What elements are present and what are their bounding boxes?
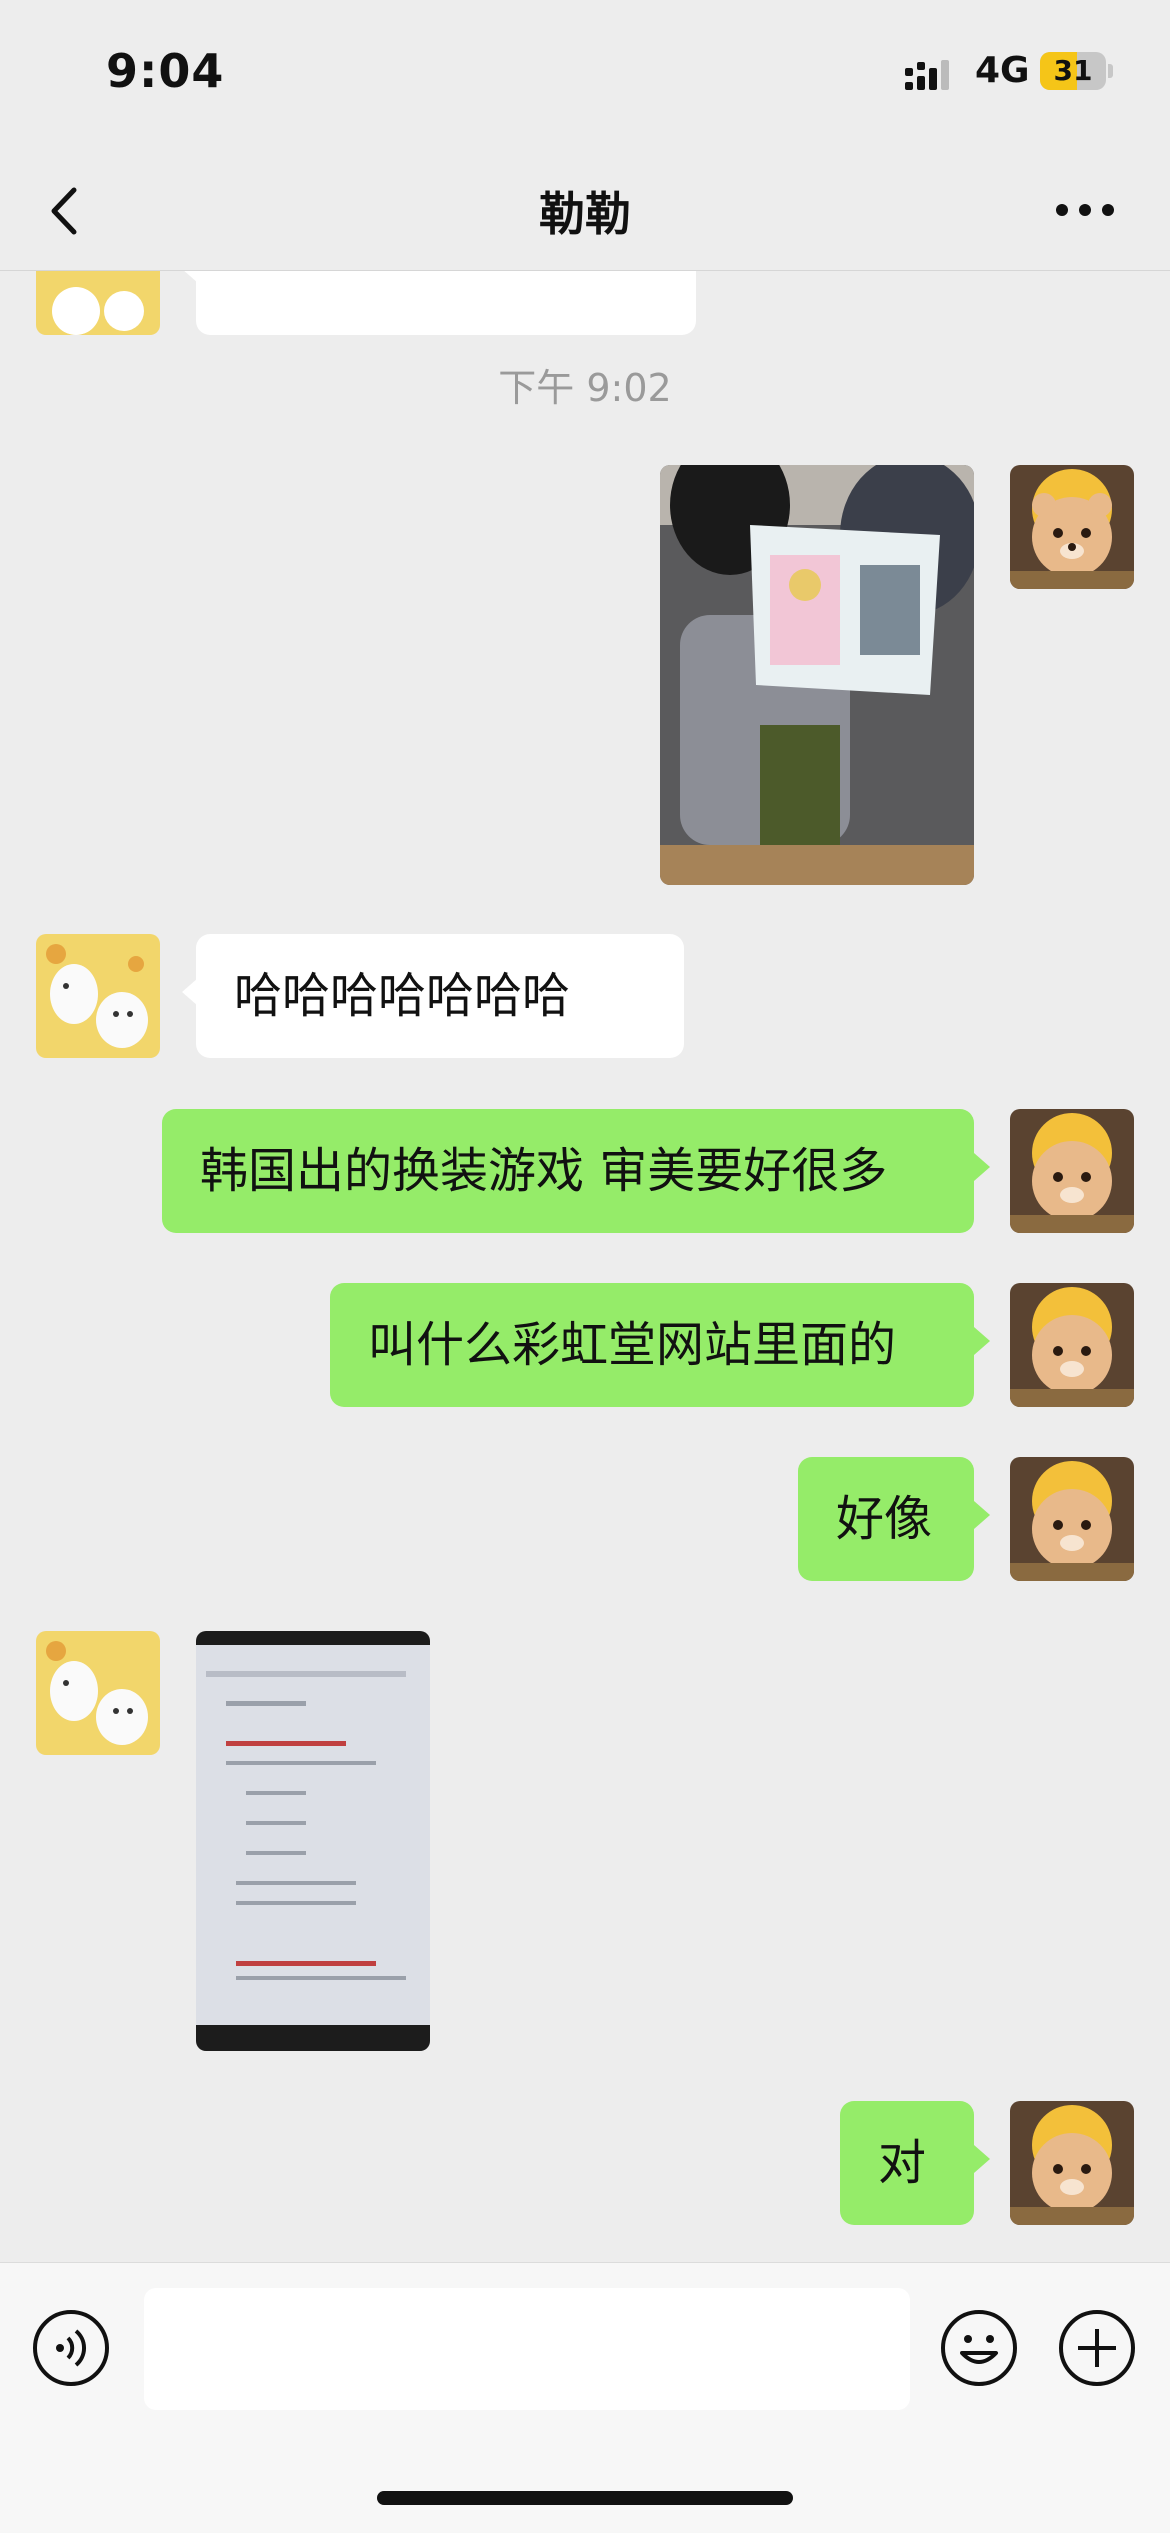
message-bubble-outgoing[interactable]: 对	[840, 2101, 990, 2225]
message-bubble-incoming[interactable]	[182, 271, 696, 335]
cellular-signal-icon	[905, 60, 949, 90]
message-bubble-incoming[interactable]: 哈哈哈哈哈哈哈	[182, 934, 684, 1058]
photo-of-search-results-screen-icon	[196, 1631, 430, 2051]
message-text: 哈哈哈哈哈哈哈	[234, 968, 571, 1024]
contact-avatar[interactable]	[36, 1631, 160, 1755]
emoji-icon[interactable]	[940, 2309, 1018, 2387]
message-text: 好像	[836, 1491, 933, 1547]
photo-of-laptop-dress-up-game-icon	[660, 465, 974, 885]
chat-title: 勒勒	[539, 187, 631, 241]
contact-avatar[interactable]	[36, 271, 160, 335]
contact-avatar[interactable]	[36, 934, 160, 1058]
my-avatar[interactable]	[1010, 2101, 1134, 2225]
message-text: 叫什么彩虹堂网站里面的	[368, 1317, 897, 1373]
message-image-incoming[interactable]	[196, 1631, 430, 2051]
message-bubble-outgoing[interactable]: 韩国出的换装游戏 审美要好很多	[162, 1109, 990, 1233]
more-options-icon[interactable]	[1050, 190, 1120, 230]
my-avatar[interactable]	[1010, 465, 1134, 589]
my-avatar[interactable]	[1010, 1457, 1134, 1581]
message-text: 对	[878, 2135, 927, 2191]
battery-cap	[1108, 64, 1113, 78]
battery-percent: 31	[1053, 54, 1093, 87]
message-text: 韩国出的换装游戏 审美要好很多	[200, 1143, 888, 1199]
chat-header: 勒勒	[0, 150, 1170, 271]
message-bubble-outgoing[interactable]: 叫什么彩虹堂网站里面的	[330, 1283, 990, 1407]
message-bubble-outgoing[interactable]: 好像	[798, 1457, 990, 1581]
voice-icon[interactable]	[32, 2309, 110, 2387]
plus-icon[interactable]	[1058, 2309, 1136, 2387]
status-bar: 9:04 4G 31	[0, 0, 1170, 150]
chat-input-bar	[0, 2262, 1170, 2533]
message-image-outgoing[interactable]	[660, 465, 974, 885]
network-type: 4G	[975, 50, 1030, 91]
message-timestamp: 下午 9:02	[498, 366, 672, 410]
home-indicator	[377, 2491, 793, 2505]
message-input[interactable]	[144, 2288, 910, 2410]
status-time: 9:04	[106, 44, 225, 98]
my-avatar[interactable]	[1010, 1283, 1134, 1407]
battery-icon: 31	[1040, 52, 1106, 90]
message-list[interactable]: 下午 9:02 哈哈哈哈哈哈哈 韩国出的换装游戏 审美要好很多 叫什么彩虹堂网站…	[0, 271, 1170, 2261]
my-avatar[interactable]	[1010, 1109, 1134, 1233]
